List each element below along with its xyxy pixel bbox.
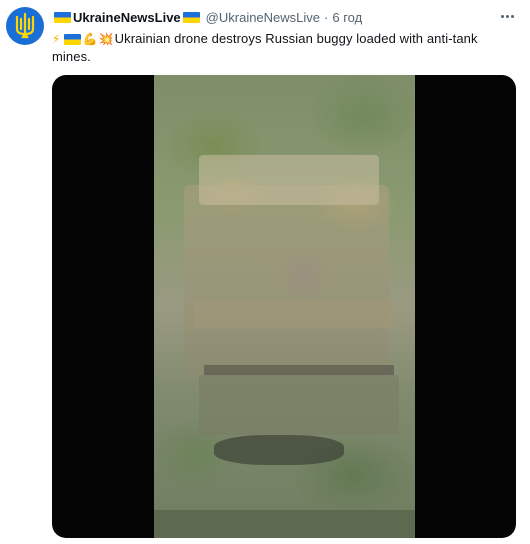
tweet-header: UkraineNewsLive @UkraineNewsLive · 6 год — [52, 7, 490, 27]
tweet-body: Ukrainian drone destroys Russian buggy l… — [52, 31, 478, 64]
timestamp[interactable]: 6 год — [332, 10, 362, 25]
tweet[interactable]: UkraineNewsLive @UkraineNewsLive · 6 год… — [0, 0, 530, 544]
ukraine-flag-icon — [182, 11, 200, 23]
tweet-text: ⚡ 💪💥Ukrainian drone destroys Russian bugg… — [52, 30, 514, 65]
collision-icon: 💥 — [98, 32, 114, 46]
more-options-icon[interactable] — [498, 8, 516, 24]
trident-icon — [15, 12, 35, 39]
flexed-biceps-icon: 💪 — [82, 32, 98, 46]
ukraine-flag-icon — [63, 34, 81, 46]
display-name[interactable]: UkraineNewsLive — [73, 10, 181, 25]
separator: · — [324, 9, 329, 25]
video-player[interactable] — [52, 75, 516, 538]
user-handle[interactable]: @UkraineNewsLive — [206, 10, 320, 25]
ukraine-flag-icon — [54, 11, 71, 23]
high-voltage-icon: ⚡ — [52, 32, 61, 46]
avatar[interactable] — [6, 7, 44, 45]
video-frame — [154, 75, 415, 538]
